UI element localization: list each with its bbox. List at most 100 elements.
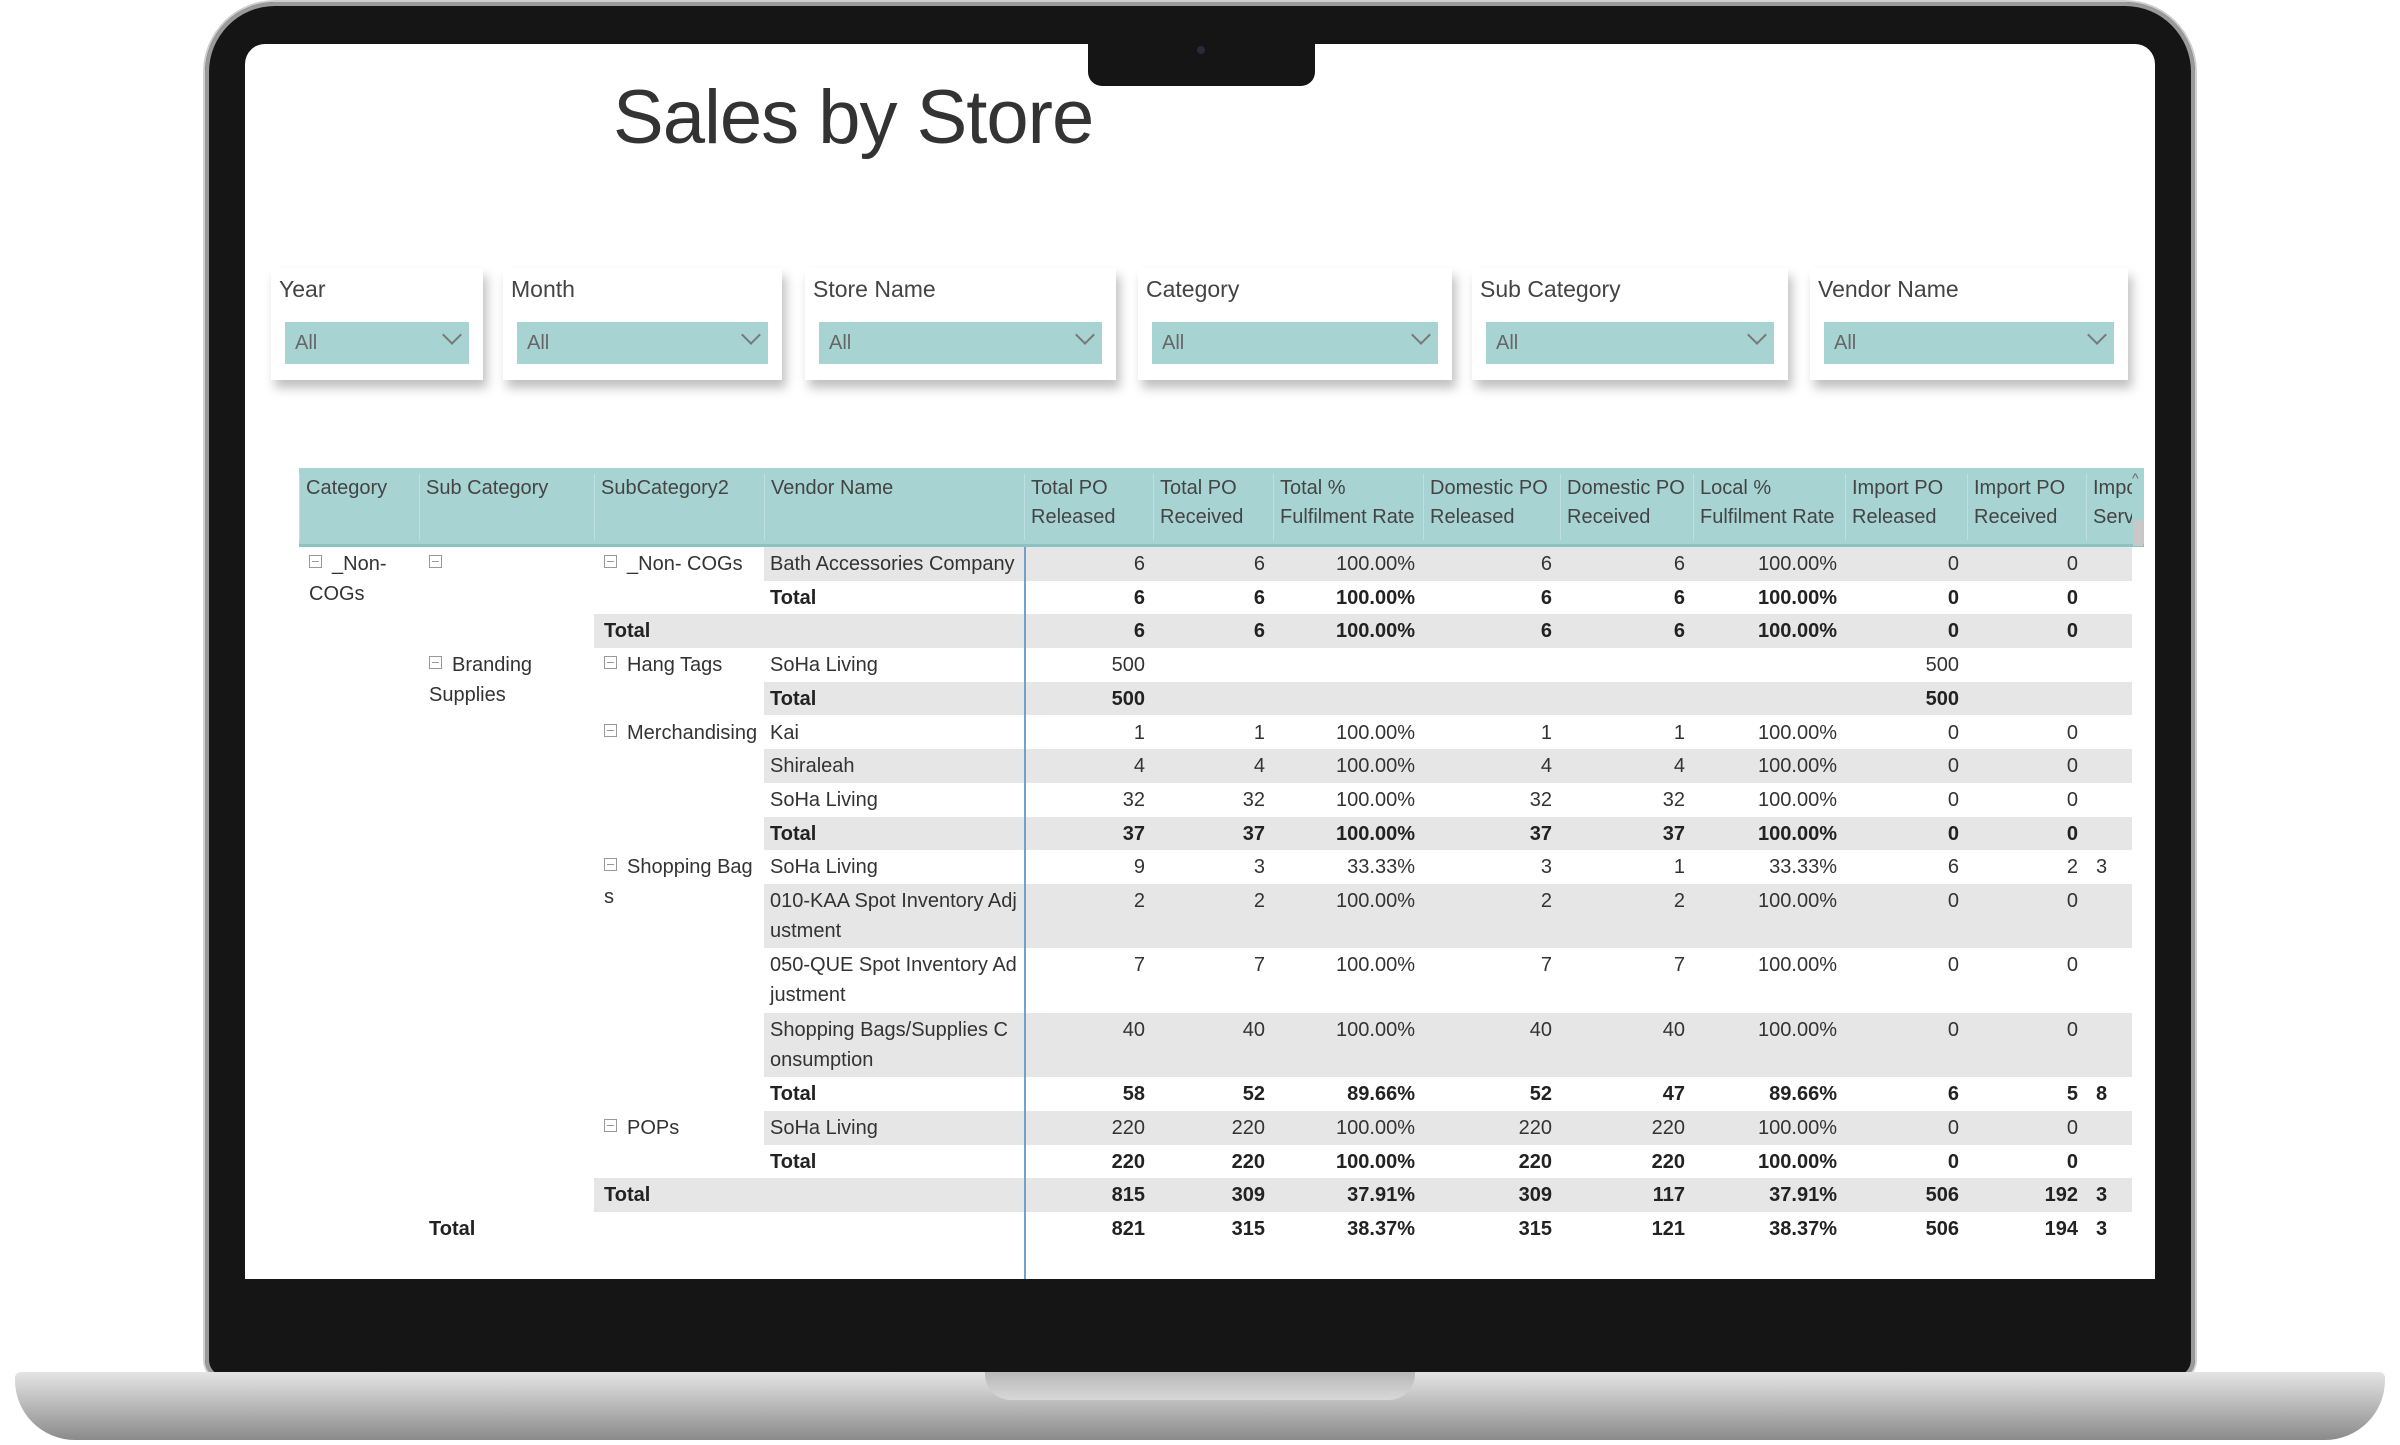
cell-value: 100.00% (1336, 620, 1415, 643)
column-header[interactable]: Total PO Released (1024, 474, 1153, 540)
column-header[interactable]: Sub Category (419, 474, 594, 540)
cell-subcategory2: Total (594, 1178, 764, 1212)
total-row: Total 815 309 37.91% 309 117 37.91% 506 192 3 (299, 1178, 2132, 1212)
cell-category (299, 1178, 419, 1212)
cell-value: 1 (1133, 721, 1145, 744)
column-header[interactable]: Import PO Released (1845, 474, 1967, 540)
cell-value: 100.00% (1336, 1150, 1415, 1173)
slicer-dropdown[interactable]: All (1152, 322, 1438, 364)
chevron-down-icon (1411, 325, 1431, 345)
cell-value: 47 (1662, 1083, 1685, 1106)
cell-vendor-name (764, 1212, 1024, 1246)
cell-value: 37 (1662, 822, 1685, 845)
cell-sub-category (419, 614, 594, 648)
cell-sub-category (419, 547, 594, 581)
cell-value: 32 (1122, 788, 1145, 811)
vertical-scroll-thumb[interactable] (2133, 520, 2143, 546)
slicer-label: Year (279, 276, 326, 302)
cell-vendor-name: Shiraleah (764, 749, 1024, 783)
column-header[interactable]: Vendor Name (764, 474, 1024, 540)
cell-value: 7 (1673, 954, 1685, 977)
cell-value: 0 (2066, 1116, 2078, 1139)
cell-value: 500 (1925, 654, 1959, 677)
collapse-icon[interactable] (604, 555, 617, 568)
chevron-down-icon (2087, 325, 2107, 345)
cell-value: 89.66% (1769, 1083, 1837, 1106)
cell-value: 37.91% (1769, 1184, 1837, 1207)
cell-value (2086, 581, 2132, 615)
collapse-icon[interactable] (429, 656, 442, 670)
collapse-icon[interactable] (604, 656, 617, 670)
column-header[interactable]: Total % Fulfilment Rate (1273, 474, 1423, 540)
column-header[interactable]: Category (299, 474, 419, 540)
cell-value: 100.00% (1758, 1018, 1837, 1041)
cell-value: 100.00% (1758, 586, 1837, 609)
cell-vendor-name: Shopping Bags/Supplies Consumption (764, 1013, 1024, 1077)
slicer-dropdown[interactable]: All (285, 322, 469, 364)
column-header[interactable]: Impo Serv (2086, 474, 2132, 540)
cell-subcategory2 (594, 783, 764, 817)
cell-value: 3 (2096, 856, 2108, 879)
cell-sub-category (419, 850, 594, 884)
cell-value: 220 (1111, 1150, 1145, 1173)
cell-value: 220 (1231, 1116, 1265, 1139)
collapse-icon[interactable] (604, 1118, 617, 1132)
cell-vendor-name: Total (764, 682, 1024, 716)
column-header[interactable]: Local % Fulfilment Rate (1693, 474, 1845, 540)
cell-vendor-name: Kai (764, 716, 1024, 750)
cell-text: Total (770, 822, 817, 845)
slicer-dropdown[interactable]: All (517, 322, 768, 364)
cell-value: 0 (2066, 586, 2078, 609)
collapse-icon[interactable] (604, 723, 617, 737)
cell-category (299, 783, 419, 817)
cell-value: 315 (1231, 1218, 1265, 1240)
cell-sub-category (419, 1013, 594, 1077)
cell-value (1153, 682, 1273, 716)
cell-vendor-name: SoHa Living (764, 648, 1024, 682)
cell-value: 0 (2066, 553, 2078, 575)
cell-text: Hang Tags (627, 654, 723, 677)
cell-value: 100.00% (1336, 890, 1415, 912)
cell-sub-category (419, 581, 594, 615)
cell-text: SoHa Living (770, 856, 878, 879)
slicer-dropdown[interactable]: All (1824, 322, 2114, 364)
cell-value (2086, 648, 2132, 682)
cell-value: 506 (1925, 1218, 1959, 1240)
cell-value (2086, 1145, 2132, 1179)
cell-text: POPs (627, 1116, 680, 1139)
slicer-dropdown[interactable]: All (1486, 322, 1774, 364)
cell-category (299, 850, 419, 884)
cell-value: 0 (1947, 954, 1959, 977)
cell-value: 100.00% (1758, 755, 1837, 778)
cell-value (1560, 648, 1693, 682)
cell-value: 0 (2066, 954, 2078, 977)
column-header[interactable]: Import PO Received (1967, 474, 2086, 540)
collapse-icon[interactable] (309, 555, 322, 568)
collapse-icon[interactable] (604, 858, 617, 872)
slicer-dropdown[interactable]: All (819, 322, 1102, 364)
cell-value: 117 (1652, 1184, 1685, 1207)
cell-value: 0 (2066, 822, 2078, 845)
table-row: POPs SoHa Living 220 220 100.00% 220 220 100.00… (299, 1110, 2132, 1145)
total-row: Total 500 500 (299, 681, 2132, 716)
cell-value: 0 (2066, 620, 2078, 643)
collapse-icon[interactable] (429, 555, 442, 568)
total-row: Total 6 6 100.00% 6 6 100.00% 0 0 (299, 581, 2132, 615)
cell-value: 821 (1111, 1218, 1145, 1240)
cell-value: 0 (2066, 1150, 2078, 1173)
slicer-value: All (1496, 332, 1519, 354)
cell-value: 2 (1540, 890, 1552, 912)
cell-subcategory2: _Non- COGs (594, 547, 764, 581)
column-header[interactable]: Domestic PO Received (1560, 474, 1693, 540)
cell-value: 40 (1122, 1018, 1145, 1041)
cell-value: 315 (1518, 1218, 1552, 1240)
vertical-scrollbar[interactable]: ^ v (2132, 468, 2144, 1279)
scroll-up-icon[interactable]: ^ (2132, 470, 2139, 486)
column-header[interactable]: SubCategory2 (594, 474, 764, 540)
table-row: Branding Supplies Hang Tags SoHa Living 500… (299, 648, 2132, 706)
column-header[interactable]: Total PO Received (1153, 474, 1273, 540)
cell-sub-category (419, 1111, 594, 1145)
cell-subcategory2 (594, 581, 764, 615)
cell-value: 6 (1947, 856, 1959, 879)
column-header[interactable]: Domestic PO Released (1423, 474, 1560, 540)
